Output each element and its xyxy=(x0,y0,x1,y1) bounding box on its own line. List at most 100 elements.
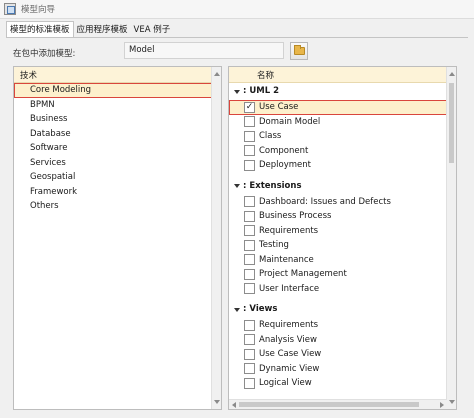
collapse-triangle-icon[interactable] xyxy=(234,184,240,188)
scroll-right-icon[interactable] xyxy=(440,402,444,408)
checkbox[interactable] xyxy=(244,363,255,375)
wizard-window-icon xyxy=(4,3,16,15)
technology-item-geospatial[interactable]: Geospatial xyxy=(14,170,213,185)
model-label: Use Case xyxy=(259,102,299,113)
group-prefix: : xyxy=(243,304,247,314)
checkbox[interactable] xyxy=(244,254,255,266)
browse-package-button[interactable] xyxy=(290,42,308,60)
model-label: Maintenance xyxy=(259,254,314,265)
hscroll-thumb[interactable] xyxy=(239,402,419,407)
technology-item-others[interactable]: Others xyxy=(14,199,213,214)
checkbox[interactable] xyxy=(244,319,255,331)
model-row-use-case-view[interactable]: Use Case View xyxy=(229,347,447,362)
scroll-down-icon[interactable] xyxy=(449,400,455,404)
group-name: Views xyxy=(249,304,278,314)
checkbox[interactable] xyxy=(244,196,255,208)
model-label: Project Management xyxy=(259,269,347,280)
model-row-logical-view[interactable]: Logical View xyxy=(229,376,447,391)
group-name: UML 2 xyxy=(249,86,280,96)
group-header-extensions[interactable]: : Extensions xyxy=(229,178,447,195)
models-list: : UML 2 ✓ Use Case Domain Model Class Componen… xyxy=(229,83,447,391)
models-header[interactable]: 名称 xyxy=(229,67,447,83)
model-row-dynamic-view[interactable]: Dynamic View xyxy=(229,362,447,377)
model-row-testing[interactable]: Testing xyxy=(229,238,447,253)
checkbox[interactable] xyxy=(244,116,255,128)
model-label: Logical View xyxy=(259,378,312,389)
models-header-label: 名称 xyxy=(257,70,275,81)
model-label: Requirements xyxy=(259,320,319,331)
checkbox[interactable] xyxy=(244,377,255,389)
scroll-left-icon[interactable] xyxy=(232,402,236,408)
model-row-business-process[interactable]: Business Process xyxy=(229,209,447,224)
model-label: Business Process xyxy=(259,211,332,222)
model-label: Use Case View xyxy=(259,349,322,360)
technology-item-framework[interactable]: Framework xyxy=(14,185,213,200)
checkbox[interactable] xyxy=(244,348,255,360)
model-label: Dashboard: Issues and Defects xyxy=(259,196,391,207)
technology-item-business[interactable]: Business xyxy=(14,112,213,127)
model-label: Testing xyxy=(259,240,289,251)
checkbox-checked[interactable]: ✓ xyxy=(244,101,255,113)
technology-panel: 技术 Core Modeling BPMN Business Database Soft… xyxy=(13,66,222,410)
technology-header[interactable]: 技术 xyxy=(14,67,213,83)
scroll-up-icon[interactable] xyxy=(449,72,455,76)
model-row-class[interactable]: Class xyxy=(229,129,447,144)
collapse-triangle-icon[interactable] xyxy=(234,307,240,312)
model-label: Analysis View xyxy=(259,334,317,345)
checkbox[interactable] xyxy=(244,159,255,171)
technology-item-bpmn[interactable]: BPMN xyxy=(14,98,213,113)
model-row-use-case[interactable]: ✓ Use Case xyxy=(229,100,447,115)
group-header-uml-2[interactable]: : UML 2 xyxy=(229,83,447,100)
model-row-maintenance[interactable]: Maintenance xyxy=(229,253,447,268)
group-header-views[interactable]: : Views xyxy=(229,301,447,318)
model-label: User Interface xyxy=(259,283,320,294)
group-prefix: : xyxy=(243,180,247,191)
model-label: Requirements xyxy=(259,225,319,236)
checkbox[interactable] xyxy=(244,145,255,157)
technology-item-software[interactable]: Software xyxy=(14,141,213,156)
checkbox[interactable] xyxy=(244,283,255,295)
package-label: 在包中添加模型: xyxy=(13,49,76,59)
model-row-component[interactable]: Component xyxy=(229,144,447,159)
title-bar: 模型向导 xyxy=(0,0,474,19)
model-label: Component xyxy=(259,145,309,156)
tab-application-templates[interactable]: 应用程序模板 xyxy=(74,22,131,37)
models-scrollbar[interactable] xyxy=(446,67,456,409)
tab-standard-templates[interactable]: 模型的标准模板 xyxy=(6,21,74,37)
checkbox[interactable] xyxy=(244,334,255,346)
technology-scrollbar[interactable] xyxy=(211,67,221,409)
model-row-requirements[interactable]: Requirements xyxy=(229,224,447,239)
scroll-up-icon[interactable] xyxy=(214,72,220,76)
model-label: Dynamic View xyxy=(259,363,320,374)
model-row-domain-model[interactable]: Domain Model xyxy=(229,115,447,130)
checkbox[interactable] xyxy=(244,130,255,142)
technology-item-database[interactable]: Database xyxy=(14,127,213,142)
model-label: Domain Model xyxy=(259,116,321,127)
folder-open-icon xyxy=(293,45,305,55)
model-row-user-interface[interactable]: User Interface xyxy=(229,282,447,297)
window-title: 模型向导 xyxy=(21,5,56,15)
group-prefix: : xyxy=(243,86,247,96)
technology-header-label: 技术 xyxy=(20,70,38,81)
model-row-analysis-view[interactable]: Analysis View xyxy=(229,333,447,348)
models-hscrollbar[interactable] xyxy=(229,399,447,409)
checkbox[interactable] xyxy=(244,225,255,237)
checkbox[interactable] xyxy=(244,239,255,251)
scroll-down-icon[interactable] xyxy=(214,400,220,404)
tab-divider xyxy=(6,37,468,38)
technology-item-services[interactable]: Services xyxy=(14,156,213,171)
scroll-thumb[interactable] xyxy=(449,83,454,163)
model-row-deployment[interactable]: Deployment xyxy=(229,158,447,173)
tab-vea-examples[interactable]: VEA 例子 xyxy=(131,22,174,37)
model-row-dashboard-issues-and-defects[interactable]: Dashboard: Issues and Defects xyxy=(229,195,447,210)
tab-strip: 模型的标准模板 应用程序模板 VEA 例子 xyxy=(6,21,174,37)
checkbox[interactable] xyxy=(244,268,255,280)
model-label: Deployment xyxy=(259,160,311,171)
technology-list: Core Modeling BPMN Business Database Softwar… xyxy=(14,83,213,214)
technology-item-core-modeling[interactable]: Core Modeling xyxy=(14,83,213,98)
model-row-project-management[interactable]: Project Management xyxy=(229,267,447,282)
model-row-requirements[interactable]: Requirements xyxy=(229,318,447,333)
collapse-triangle-icon[interactable] xyxy=(234,89,240,94)
package-field[interactable]: Model xyxy=(124,42,284,59)
checkbox[interactable] xyxy=(244,210,255,222)
